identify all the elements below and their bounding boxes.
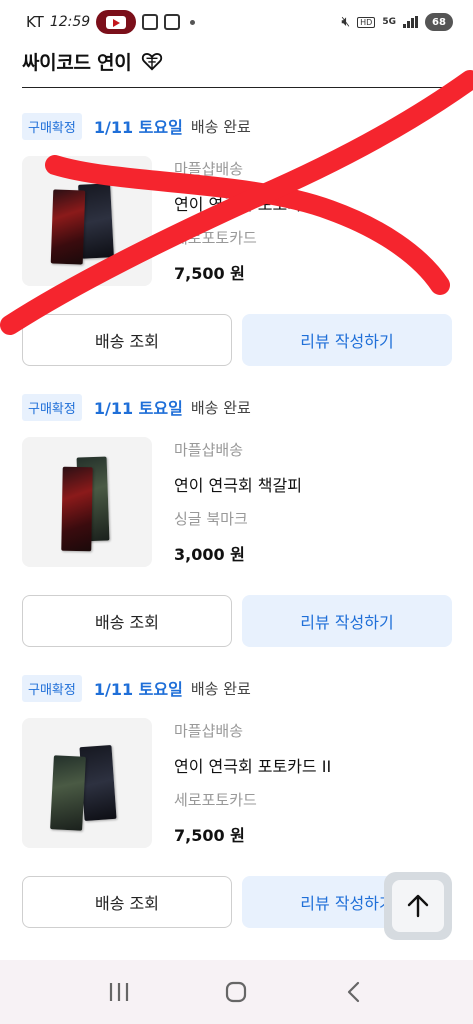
delivery-status: 배송 완료	[190, 679, 251, 698]
scroll-to-top-button[interactable]	[384, 872, 452, 940]
product-row[interactable]: 마플샵배송 연이 연극회 포토카드 II 세로포토카드 7,500 원	[22, 718, 452, 852]
track-delivery-button[interactable]: 배송 조회	[22, 876, 232, 928]
order-actions: 배송 조회 리뷰 작성하기	[22, 595, 452, 647]
shipping-type: 마플샵배송	[174, 722, 244, 740]
media-icon	[164, 14, 181, 30]
battery-icon: 68	[425, 13, 453, 31]
heart-icon	[142, 53, 163, 71]
order-date: 1/11 토요일	[93, 680, 183, 699]
product-price: 7,500 원	[174, 264, 245, 283]
photocard-image	[50, 755, 86, 831]
product-option: 싱글 북마크	[174, 510, 248, 528]
recent-apps-button[interactable]	[99, 972, 139, 1012]
status-badge: 구매확정	[22, 674, 82, 702]
signal-icon	[403, 16, 418, 28]
track-delivery-button[interactable]: 배송 조회	[22, 595, 232, 647]
product-name: 연이 연극회 포토카드 I	[174, 195, 327, 214]
page-header: 싸이코드 연이	[22, 44, 163, 78]
more-notifications-icon	[190, 19, 196, 25]
network-badge: 5G	[382, 16, 396, 27]
page-title: 싸이코드 연이	[22, 51, 132, 74]
order-status: 구매확정 1/11 토요일 배송 완료	[22, 393, 452, 421]
carrier-label: KT	[26, 13, 44, 31]
recent-apps-icon	[109, 983, 128, 1001]
order-actions: 배송 조회 리뷰 작성하기	[22, 314, 452, 366]
status-badge: 구매확정	[22, 393, 82, 421]
product-name: 연이 연극회 책갈피	[174, 476, 302, 495]
hd-badge: HD	[357, 16, 376, 28]
product-info: 마플샵배송 연이 연극회 책갈피 싱글 북마크 3,000 원	[174, 437, 302, 567]
product-thumbnail[interactable]	[22, 156, 152, 286]
order-date: 1/11 토요일	[93, 118, 183, 137]
order-item: 구매확정 1/11 토요일 배송 완료 마플샵배송 연이 연극회 책갈피 싱글 …	[22, 393, 452, 647]
product-price: 3,000 원	[174, 545, 245, 564]
bookmark-image	[61, 466, 93, 552]
product-price: 7,500 원	[174, 826, 245, 845]
mute-icon: 🔇︎	[341, 14, 351, 30]
status-bar: KT 12:59 🔇︎ HD 5G 68	[0, 0, 473, 44]
order-date: 1/11 토요일	[93, 399, 183, 418]
home-button[interactable]	[216, 972, 256, 1012]
home-icon	[226, 981, 247, 1003]
product-info: 마플샵배송 연이 연극회 포토카드 II 세로포토카드 7,500 원	[174, 718, 331, 848]
arrow-up-icon	[407, 894, 429, 918]
order-status: 구매확정 1/11 토요일 배송 완료	[22, 674, 452, 702]
screenshot-icon	[142, 14, 159, 30]
product-row[interactable]: 마플샵배송 연이 연극회 책갈피 싱글 북마크 3,000 원	[22, 437, 452, 571]
shipping-type: 마플샵배송	[174, 160, 244, 178]
back-button[interactable]	[334, 972, 374, 1012]
product-thumbnail[interactable]	[22, 718, 152, 848]
track-delivery-button[interactable]: 배송 조회	[22, 314, 232, 366]
product-thumbnail[interactable]	[22, 437, 152, 567]
shipping-type: 마플샵배송	[174, 441, 244, 459]
write-review-button[interactable]: 리뷰 작성하기	[242, 595, 452, 647]
product-option: 세로포토카드	[174, 791, 257, 809]
back-icon	[348, 981, 360, 1003]
system-nav-bar	[0, 960, 473, 1024]
order-item: 구매확정 1/11 토요일 배송 완료 마플샵배송 연이 연극회 포토카드 I …	[22, 112, 452, 366]
clock: 12:59	[49, 14, 91, 30]
delivery-status: 배송 완료	[190, 398, 251, 417]
photocard-image	[50, 189, 86, 265]
youtube-icon	[96, 10, 137, 34]
delivery-status: 배송 완료	[190, 117, 251, 136]
order-status: 구매확정 1/11 토요일 배송 완료	[22, 112, 452, 140]
status-badge: 구매확정	[22, 112, 82, 140]
write-review-button[interactable]: 리뷰 작성하기	[242, 314, 452, 366]
product-row[interactable]: 마플샵배송 연이 연극회 포토카드 I 세로포토카드 7,500 원	[22, 156, 452, 290]
product-option: 세로포토카드	[174, 229, 257, 247]
product-name: 연이 연극회 포토카드 II	[174, 757, 332, 776]
product-info: 마플샵배송 연이 연극회 포토카드 I 세로포토카드 7,500 원	[174, 156, 326, 286]
header-divider	[22, 87, 452, 88]
